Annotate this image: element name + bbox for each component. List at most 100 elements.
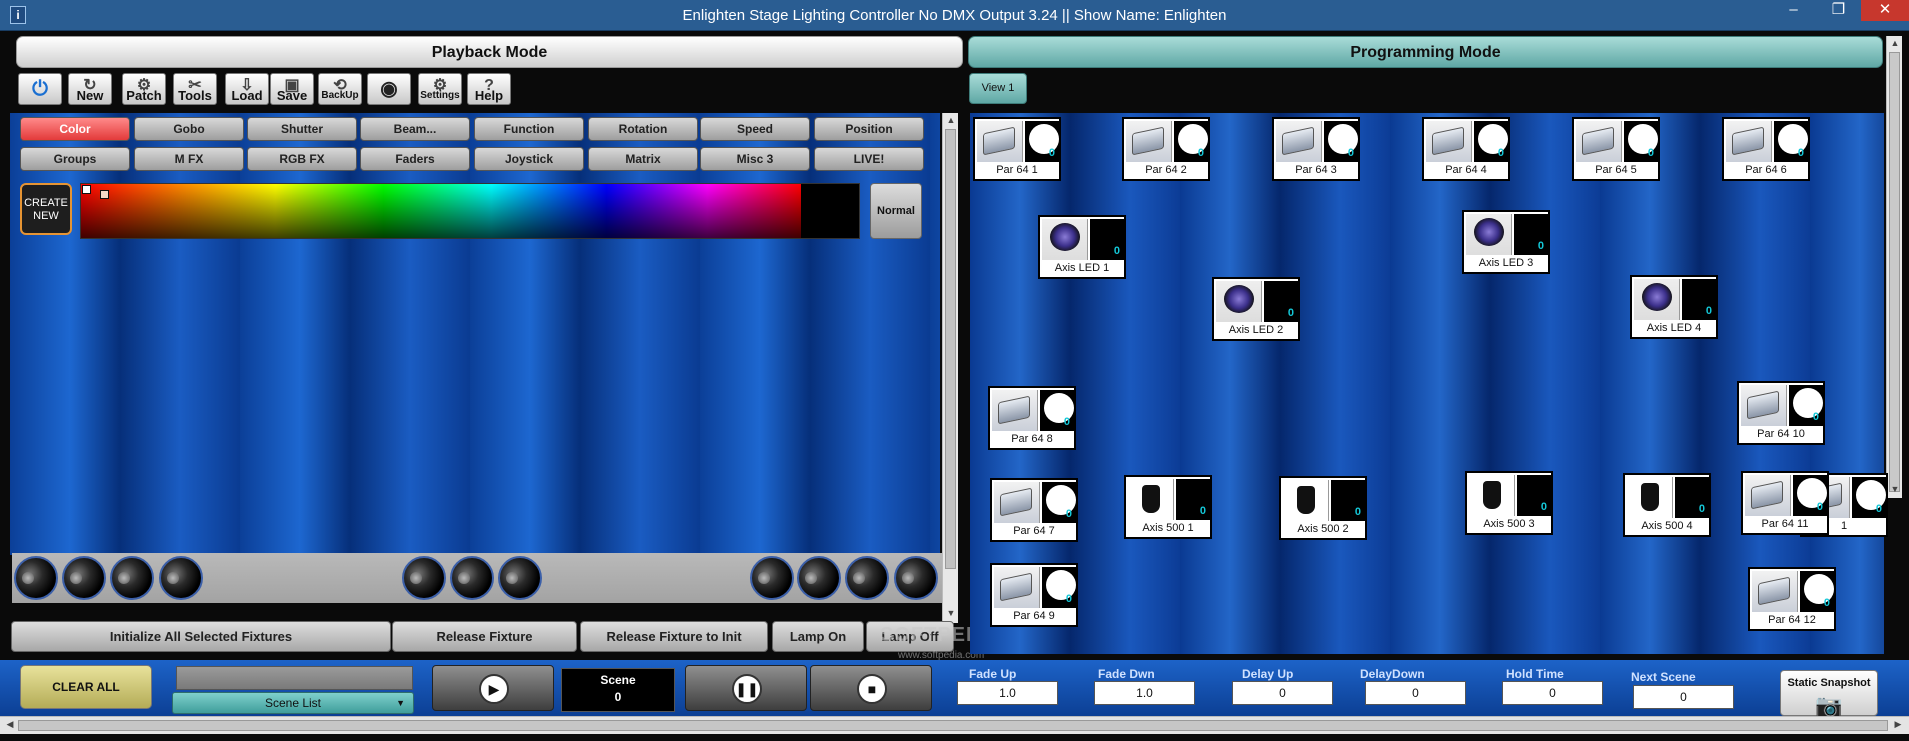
fixture-par-64-12[interactable]: 0 Par 64 12 xyxy=(1748,567,1836,631)
release-fixture-button[interactable]: Release Fixture xyxy=(392,621,577,652)
knob-icon[interactable] xyxy=(797,556,841,600)
fixture-par-64-10[interactable]: 0 Par 64 10 xyxy=(1737,381,1825,445)
delay-down-input[interactable]: 0 xyxy=(1365,681,1466,705)
knob-icon[interactable] xyxy=(402,556,446,600)
tab-shutter[interactable]: Shutter xyxy=(247,117,357,141)
new-button[interactable]: ↻ New xyxy=(68,73,112,105)
scrollbar-thumb[interactable] xyxy=(945,129,956,569)
patch-button[interactable]: ⚙ Patch xyxy=(122,73,166,105)
programming-mode-button[interactable]: Programming Mode xyxy=(968,36,1883,68)
restore-button[interactable]: ❐ xyxy=(1816,0,1861,21)
fixture-axis-500-4[interactable]: 0 Axis 500 4 xyxy=(1623,473,1711,537)
tab-joystick[interactable]: Joystick xyxy=(474,147,584,171)
initialize-all-selected-fixtures-button[interactable]: Initialize All Selected Fixtures xyxy=(11,621,391,652)
fixture-par-64-1[interactable]: 0 Par 64 1 xyxy=(973,117,1061,181)
knob-icon[interactable] xyxy=(450,556,494,600)
tab-position[interactable]: Position xyxy=(814,117,924,141)
color-spectrum[interactable] xyxy=(81,184,801,238)
fixture-par-64-3[interactable]: 0 Par 64 3 xyxy=(1272,117,1360,181)
playback-scrollbar[interactable]: ▲ ▼ xyxy=(942,113,958,623)
pause-button[interactable]: ❚❚ xyxy=(685,665,807,711)
save-button[interactable]: ▣ Save xyxy=(270,73,314,105)
fixture-par-64-4[interactable]: 0 Par 64 4 xyxy=(1422,117,1510,181)
fixture-axis-500-2[interactable]: 0 Axis 500 2 xyxy=(1279,476,1367,540)
next-scene-input[interactable]: 0 xyxy=(1633,685,1734,709)
tab-live[interactable]: LIVE! xyxy=(814,147,924,171)
help-button[interactable]: ? Help xyxy=(467,73,511,105)
scene-name-field[interactable] xyxy=(176,666,413,690)
tab-rotation[interactable]: Rotation xyxy=(588,117,698,141)
scroll-right-arrow-icon[interactable]: ▶ xyxy=(1890,719,1906,730)
stop-icon: ■ xyxy=(857,674,887,704)
tab-speed[interactable]: Speed xyxy=(700,117,810,141)
eye-button[interactable]: ◉ xyxy=(367,73,411,105)
fixture-par-64-9[interactable]: 0 Par 64 9 xyxy=(990,563,1078,627)
tab-beam[interactable]: Beam... xyxy=(360,117,470,141)
fixture-axis-led-2[interactable]: 0 Axis LED 2 xyxy=(1212,277,1300,341)
create-new-button[interactable]: CREATE NEW xyxy=(20,183,72,235)
knob-icon[interactable] xyxy=(159,556,203,600)
tab-m-fx[interactable]: M FX xyxy=(134,147,244,171)
scene-list-dropdown[interactable]: Scene List ▼ xyxy=(172,692,414,714)
tab-groups[interactable]: Groups xyxy=(20,147,130,171)
knob-icon[interactable] xyxy=(750,556,794,600)
tab-rgb-fx[interactable]: RGB FX xyxy=(247,147,357,171)
view-1-button[interactable]: View 1 xyxy=(969,73,1027,104)
clear-all-button[interactable]: CLEAR ALL xyxy=(20,665,152,709)
minimize-button[interactable]: – xyxy=(1771,0,1816,21)
scroll-down-arrow-icon[interactable]: ▼ xyxy=(1887,484,1903,494)
tab-faders[interactable]: Faders xyxy=(360,147,470,171)
tab-misc-3[interactable]: Misc 3 xyxy=(700,147,810,171)
delay-up-input[interactable]: 0 xyxy=(1232,681,1333,705)
fixture-axis-led-3[interactable]: 0 Axis LED 3 xyxy=(1462,210,1550,274)
fixture-axis-led-1[interactable]: 0 Axis LED 1 xyxy=(1038,215,1126,279)
fixture-par-64-7[interactable]: 0 Par 64 7 xyxy=(990,478,1078,542)
fixture-axis-500-3[interactable]: 0 Axis 500 3 xyxy=(1465,471,1553,535)
settings-button[interactable]: ⚙ Settings xyxy=(418,73,462,105)
scroll-down-arrow-icon[interactable]: ▼ xyxy=(943,608,959,618)
color-palette[interactable] xyxy=(80,183,860,239)
knob-icon[interactable] xyxy=(498,556,542,600)
tab-matrix[interactable]: Matrix xyxy=(588,147,698,171)
knob-icon[interactable] xyxy=(14,556,58,600)
play-button[interactable]: ▶ xyxy=(432,665,554,711)
fixture-par-64-5[interactable]: 0 Par 64 5 xyxy=(1572,117,1660,181)
tab-gobo[interactable]: Gobo xyxy=(134,117,244,141)
knob-icon[interactable] xyxy=(110,556,154,600)
scrollbar-thumb[interactable] xyxy=(18,720,1888,731)
fixture-par-64-2[interactable]: 0 Par 64 2 xyxy=(1122,117,1210,181)
programming-scrollbar[interactable]: ▲ ▼ xyxy=(1886,36,1902,498)
fixture-axis-500-1[interactable]: 0 Axis 500 1 xyxy=(1124,475,1212,539)
stop-button[interactable]: ■ xyxy=(810,665,932,711)
lamp-indicator xyxy=(1176,479,1212,521)
fixture-axis-led-4[interactable]: 0 Axis LED 4 xyxy=(1630,275,1718,339)
scrollbar-thumb[interactable] xyxy=(1889,52,1900,492)
scroll-up-arrow-icon[interactable]: ▲ xyxy=(943,115,959,125)
power-button[interactable]: ⏻ xyxy=(18,73,62,105)
knob-icon[interactable] xyxy=(894,556,938,600)
static-snapshot-button[interactable]: Static Snapshot 📷 xyxy=(1780,670,1878,718)
fixture-par-64-6[interactable]: 0 Par 64 6 xyxy=(1722,117,1810,181)
fade-up-input[interactable]: 1.0 xyxy=(957,681,1058,705)
white-swatch[interactable] xyxy=(82,185,91,194)
fixture-par-64-11[interactable]: 0 Par 64 11 xyxy=(1741,471,1829,535)
backup-button[interactable]: ⟲ BackUp xyxy=(318,73,362,105)
normal-button[interactable]: Normal xyxy=(870,183,922,239)
fixture-par-64-8[interactable]: 0 Par 64 8 xyxy=(988,386,1076,450)
close-button[interactable]: ✕ xyxy=(1861,0,1909,21)
scroll-left-arrow-icon[interactable]: ◀ xyxy=(2,719,18,730)
hold-time-input[interactable]: 0 xyxy=(1502,681,1603,705)
horizontal-scrollbar[interactable]: ◀ ▶ xyxy=(0,716,1909,734)
release-fixture-to-init-button[interactable]: Release Fixture to Init xyxy=(580,621,768,652)
lamp-on-button[interactable]: Lamp On xyxy=(772,621,864,652)
tools-button[interactable]: ✂ Tools xyxy=(173,73,217,105)
scroll-up-arrow-icon[interactable]: ▲ xyxy=(1887,38,1903,48)
fade-down-input[interactable]: 1.0 xyxy=(1094,681,1195,705)
knob-icon[interactable] xyxy=(845,556,889,600)
skin-swatch[interactable] xyxy=(100,190,109,199)
playback-mode-button[interactable]: Playback Mode xyxy=(16,36,963,68)
load-button[interactable]: ⇩ Load xyxy=(225,73,269,105)
tab-color[interactable]: Color xyxy=(20,117,130,141)
knob-icon[interactable] xyxy=(62,556,106,600)
tab-function[interactable]: Function xyxy=(474,117,584,141)
